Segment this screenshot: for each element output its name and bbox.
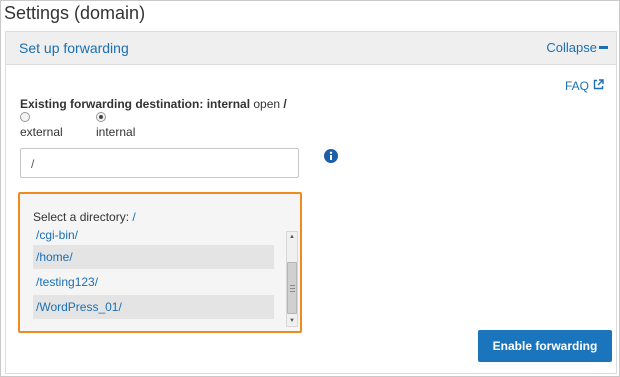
scroll-up-icon[interactable]: ▲ (287, 232, 297, 242)
scroll-grip (290, 285, 295, 286)
window-frame: Settings (domain) Set up forwarding Coll… (0, 0, 620, 377)
radio-internal[interactable]: internal (96, 112, 135, 139)
directory-list: /cgi-bin/ /home/ /testing123/ /WordPress… (33, 230, 274, 328)
radio-external[interactable]: external (20, 112, 63, 139)
directory-item-testing123[interactable]: /testing123/ (33, 270, 274, 294)
enable-forwarding-button[interactable]: Enable forwarding (478, 330, 612, 362)
existing-label: Existing forwarding destination: (20, 97, 204, 111)
collapse-minus-icon (599, 46, 608, 50)
directory-label: Select a directory: / (33, 210, 136, 224)
directory-item-home[interactable]: /home/ (33, 245, 274, 269)
collapse-label: Collapse (546, 40, 597, 55)
existing-type: internal (206, 97, 251, 111)
radio-label-external: external (20, 125, 63, 139)
scroll-grip (290, 288, 295, 289)
existing-destination: Existing forwarding destination: interna… (20, 97, 287, 111)
directory-item-wordpress[interactable]: /WordPress_01/ (33, 295, 274, 319)
scroll-grip (290, 291, 295, 292)
faq-label: FAQ (564, 79, 589, 93)
radio-button-external[interactable] (20, 112, 30, 122)
path-input[interactable]: / (20, 148, 299, 178)
panel-title: Set up forwarding (19, 40, 129, 56)
scroll-thumb[interactable] (287, 262, 297, 314)
panel-header: Set up forwarding Collapse (6, 32, 616, 65)
directory-selector: Select a directory: / /cgi-bin/ /home/ /… (18, 192, 302, 333)
forwarding-panel: Set up forwarding Collapse FAQ Existing … (5, 31, 617, 374)
radio-button-internal[interactable] (96, 112, 106, 122)
info-icon[interactable] (324, 149, 338, 163)
existing-path: / (283, 97, 287, 111)
page-title: Settings (domain) (4, 3, 146, 23)
collapse-button[interactable]: Collapse (546, 40, 608, 55)
directory-current: / (132, 210, 136, 224)
radio-label-internal: internal (96, 125, 136, 139)
directory-label-text: Select a directory: (33, 210, 130, 224)
existing-mode: open (253, 97, 281, 111)
external-link-icon (593, 79, 604, 90)
directory-scrollbar[interactable]: ▲ ▼ (286, 231, 298, 327)
directory-item-cgi-bin[interactable]: /cgi-bin/ (33, 230, 274, 244)
scroll-down-icon[interactable]: ▼ (287, 316, 297, 326)
faq-link[interactable]: FAQ (565, 79, 604, 93)
